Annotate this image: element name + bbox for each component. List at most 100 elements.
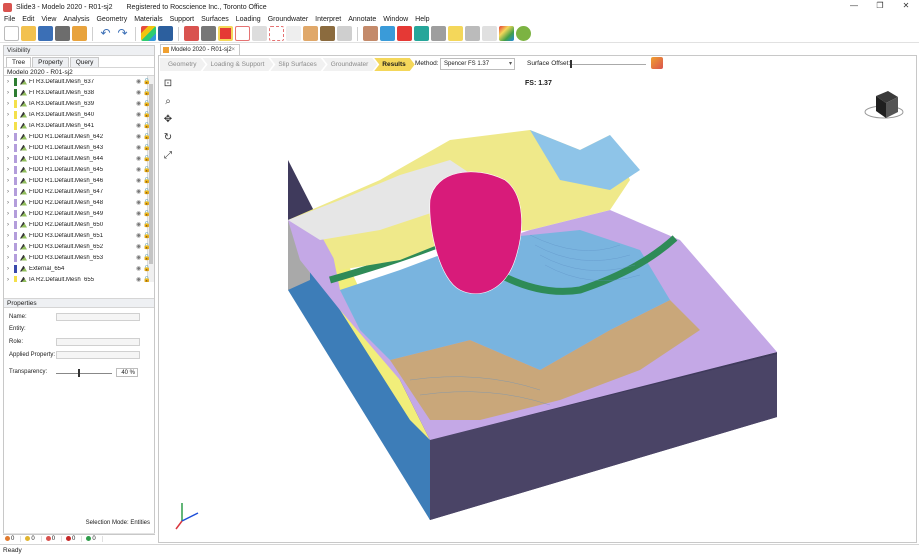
lock-icon[interactable]: 🔒 — [143, 133, 150, 140]
lock-icon[interactable]: 🔒 — [143, 232, 150, 239]
menu-edit[interactable]: Edit — [22, 16, 34, 23]
tree-root[interactable]: Modelo 2020 - R01-sj2 — [4, 67, 154, 76]
expand-icon[interactable]: › — [7, 233, 14, 239]
visibility-eye-icon[interactable]: ◉ — [136, 78, 143, 85]
contour-icon[interactable] — [499, 26, 514, 41]
lock-icon[interactable]: 🔒 — [143, 144, 150, 151]
surface-icon[interactable] — [363, 26, 378, 41]
transparency-slider[interactable] — [56, 373, 112, 374]
visibility-eye-icon[interactable]: ◉ — [136, 122, 143, 129]
tree-item[interactable]: › FIDO R3.Default.Mesh_653 ◉ 🔒 — [4, 252, 154, 263]
expand-icon[interactable]: › — [7, 200, 14, 206]
expand-icon[interactable]: › — [7, 178, 14, 184]
edit-tool-icon[interactable] — [184, 26, 199, 41]
tree-item[interactable]: › FIDO R3.Default.Mesh_652 ◉ 🔒 — [4, 241, 154, 252]
tree-item[interactable]: › IA R3.Default.Mesh_640 ◉ 🔒 — [4, 109, 154, 120]
expand-icon[interactable]: › — [7, 145, 14, 151]
lock-icon[interactable]: 🔒 — [143, 210, 150, 217]
name-field[interactable] — [56, 313, 140, 321]
box-outline-icon[interactable] — [235, 26, 250, 41]
save-icon[interactable] — [38, 26, 53, 41]
visibility-eye-icon[interactable]: ◉ — [136, 188, 143, 195]
lock-icon[interactable]: 🔒 — [143, 100, 150, 107]
message-counter[interactable]: 0 — [86, 535, 103, 542]
expand-icon[interactable]: › — [7, 101, 14, 107]
tree-item[interactable]: › FIDO R1.Default.Mesh_643 ◉ 🔒 — [4, 142, 154, 153]
slice-icon[interactable] — [397, 26, 412, 41]
slope-surface-icon[interactable] — [380, 26, 395, 41]
points-icon[interactable] — [482, 26, 497, 41]
minimize-icon[interactable]: — — [849, 1, 859, 10]
expand-icon[interactable]: › — [7, 211, 14, 217]
lock-icon[interactable]: 🔒 — [143, 188, 150, 195]
tree-item[interactable]: › FIDO R1.Default.Mesh_645 ◉ 🔒 — [4, 164, 154, 175]
visibility-eye-icon[interactable]: ◉ — [136, 243, 143, 250]
step-geometry[interactable]: Geometry — [160, 58, 206, 71]
surface-options-icon[interactable] — [651, 57, 663, 69]
close-tab-icon[interactable]: × — [231, 45, 235, 55]
menu-analysis[interactable]: Analysis — [63, 16, 89, 23]
message-counter[interactable]: 0 — [45, 535, 63, 542]
menu-interpret[interactable]: Interpret — [315, 16, 341, 23]
visibility-eye-icon[interactable]: ◉ — [136, 210, 143, 217]
tree-item[interactable]: › FIDO R1.Default.Mesh_646 ◉ 🔒 — [4, 175, 154, 186]
zoom-icon[interactable]: ⌕ — [162, 96, 174, 108]
open-folder-icon[interactable] — [21, 26, 36, 41]
expand-icon[interactable]: › — [7, 112, 14, 118]
role-select[interactable] — [56, 338, 140, 346]
menu-annotate[interactable]: Annotate — [348, 16, 376, 23]
close-icon[interactable]: ✕ — [901, 1, 911, 10]
step-slip-surfaces[interactable]: Slip Surfaces — [270, 58, 325, 71]
navigation-cube[interactable] — [864, 88, 904, 122]
expand-icon[interactable]: › — [7, 277, 14, 283]
grid-view-icon[interactable] — [141, 26, 156, 41]
compute-icon[interactable] — [218, 26, 233, 41]
calculator-icon[interactable] — [201, 26, 216, 41]
support-icon[interactable] — [448, 26, 463, 41]
lock-icon[interactable]: 🔒 — [143, 199, 150, 206]
message-counter[interactable]: 0 — [5, 535, 22, 542]
menu-support[interactable]: Support — [170, 16, 195, 23]
lock-icon[interactable]: 🔒 — [143, 243, 150, 250]
expand-icon[interactable]: › — [7, 255, 14, 261]
mesh-icon[interactable] — [431, 26, 446, 41]
step-results[interactable]: Results — [374, 58, 414, 71]
visibility-eye-icon[interactable]: ◉ — [136, 254, 143, 261]
tab-property[interactable]: Property — [32, 57, 69, 67]
expand-icon[interactable]: › — [7, 134, 14, 140]
lock-icon[interactable]: 🔒 — [143, 122, 150, 129]
lock-icon[interactable]: 🔒 — [143, 177, 150, 184]
lock-icon[interactable]: 🔒 — [143, 254, 150, 261]
tree-item[interactable]: › FIDO R2.Default.Mesh_649 ◉ 🔒 — [4, 208, 154, 219]
visibility-eye-icon[interactable]: ◉ — [136, 276, 143, 282]
menu-materials[interactable]: Materials — [134, 16, 162, 23]
expand-icon[interactable]: › — [7, 222, 14, 228]
tree-item[interactable]: › FIDO R2.Default.Mesh_650 ◉ 🔒 — [4, 219, 154, 230]
paint-icon[interactable] — [337, 26, 352, 41]
display-options-icon[interactable] — [158, 26, 173, 41]
tree-item[interactable]: › FIDO R1.Default.Mesh_642 ◉ 🔒 — [4, 131, 154, 142]
expand-icon[interactable]: › — [7, 266, 14, 272]
tab-tree[interactable]: Tree — [6, 57, 32, 67]
undo-icon[interactable]: ↶ — [98, 26, 113, 41]
dotted-box-icon[interactable] — [269, 26, 284, 41]
menu-geometry[interactable]: Geometry — [96, 16, 127, 23]
surface-offset-thumb[interactable] — [570, 60, 572, 68]
tree-item[interactable]: › IA R3.Default.Mesh_641 ◉ 🔒 — [4, 120, 154, 131]
sphere-icon[interactable] — [516, 26, 531, 41]
export-icon[interactable] — [72, 26, 87, 41]
method-select[interactable]: Spencer FS 1.37 ▾ — [440, 58, 515, 70]
expand-icon[interactable]: › — [7, 167, 14, 173]
step-loading-support[interactable]: Loading & Support — [203, 58, 274, 71]
material-layers-icon[interactable] — [320, 26, 335, 41]
lock-icon[interactable]: 🔒 — [143, 111, 150, 118]
menu-window[interactable]: Window — [383, 16, 408, 23]
visibility-eye-icon[interactable]: ◉ — [136, 133, 143, 140]
tree-item[interactable]: › FIDO R2.Default.Mesh_648 ◉ 🔒 — [4, 197, 154, 208]
lock-icon[interactable]: 🔒 — [143, 265, 150, 272]
zoom-all-icon[interactable]: ⤢ — [162, 150, 174, 162]
slope-model-3d[interactable] — [280, 120, 780, 520]
menu-help[interactable]: Help — [415, 16, 429, 23]
lock-box-icon[interactable] — [252, 26, 267, 41]
tree-item[interactable]: › FI R3.Default.Mesh_637 ◉ 🔒 — [4, 76, 154, 87]
